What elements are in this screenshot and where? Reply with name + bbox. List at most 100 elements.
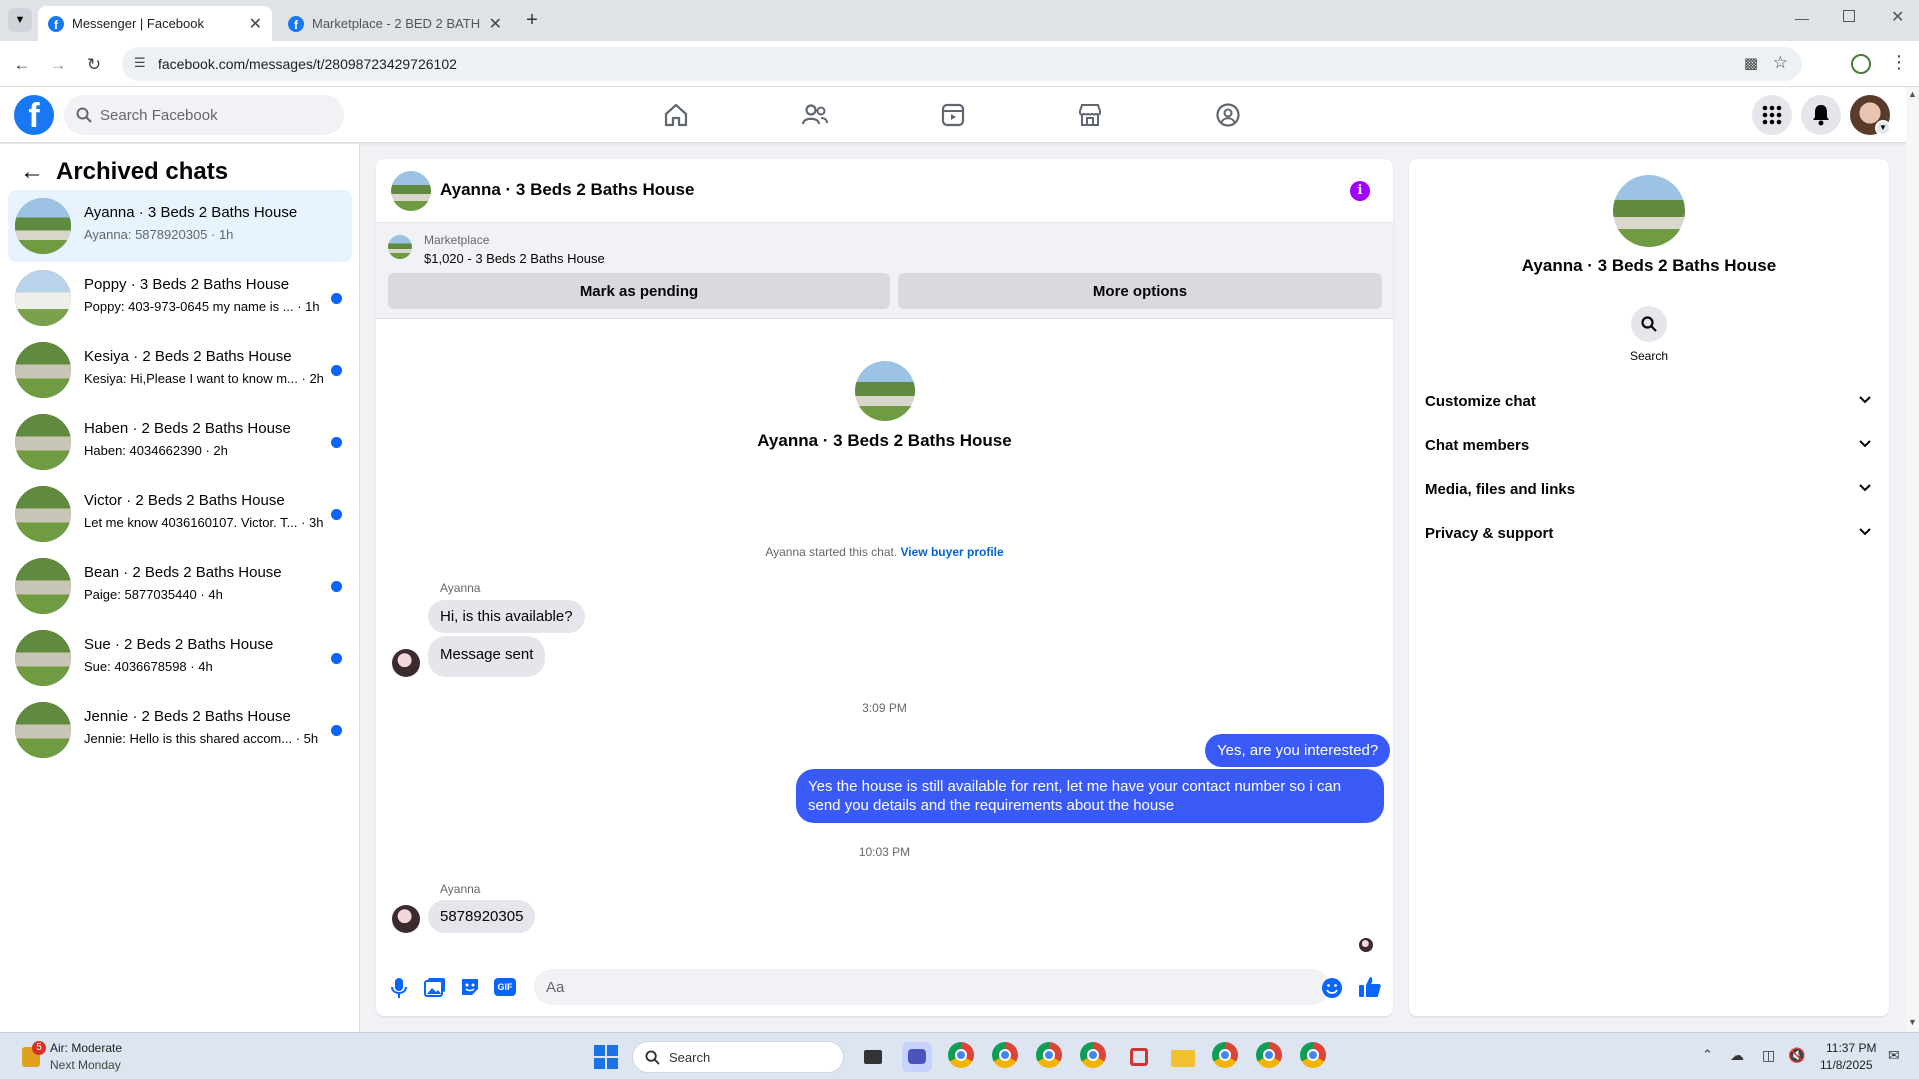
started-text: Ayanna started this chat. (765, 545, 898, 559)
more-options-button[interactable]: More options (898, 273, 1382, 309)
incoming-message[interactable]: Hi, is this available? (428, 600, 585, 633)
tab-marketplace[interactable]: f Marketplace - 2 BED 2 BATH HO ✕ (278, 6, 512, 41)
conversation-avatar[interactable] (391, 171, 431, 211)
bookmark-star-icon[interactable]: ☆ (1773, 53, 1788, 73)
profile-icon[interactable] (1851, 54, 1871, 74)
restore-window-icon[interactable] (1843, 10, 1855, 22)
customize-chat-section[interactable]: Customize chat (1425, 379, 1873, 423)
taskbar-search[interactable]: Search (632, 1041, 844, 1073)
info-icon[interactable]: i (1350, 181, 1370, 201)
chat-list-item[interactable]: Ayanna · 3 Beds 2 Baths House Ayanna: 58… (8, 190, 352, 262)
install-app-icon[interactable]: ▩ (1744, 54, 1758, 72)
clock-date[interactable]: 11/8/2025 (1820, 1058, 1873, 1072)
chat-details-panel: Ayanna · 3 Beds 2 Baths House Search Cus… (1409, 159, 1889, 1016)
teams-chat-icon[interactable] (902, 1042, 932, 1072)
marketplace-icon[interactable] (1072, 97, 1108, 133)
facebook-favicon-icon: f (288, 15, 304, 32)
minimize-window-icon[interactable]: — (1795, 10, 1809, 26)
back-icon[interactable]: ← (10, 53, 34, 77)
mark-as-pending-button[interactable]: Mark as pending (388, 273, 890, 309)
message-input[interactable]: Aa (534, 969, 1330, 1005)
site-info-icon[interactable]: ☰ (134, 55, 146, 71)
chat-list-item[interactable]: Sue · 2 Beds 2 Baths House Sue: 40366785… (8, 622, 352, 694)
sticker-icon[interactable] (460, 977, 480, 997)
back-arrow-icon[interactable]: ← (20, 158, 44, 186)
scroll-up-icon[interactable]: ▲ (1908, 89, 1917, 99)
notification-center-icon[interactable]: ✉ (1888, 1047, 1900, 1064)
snipping-tool-icon[interactable] (1124, 1042, 1154, 1072)
chrome-icon[interactable] (1212, 1042, 1242, 1072)
menu-grid-button[interactable] (1752, 95, 1792, 135)
details-search-button[interactable] (1631, 306, 1667, 342)
emoji-icon[interactable] (1321, 977, 1343, 999)
outgoing-message[interactable]: Yes the house is still available for ren… (796, 769, 1384, 823)
gif-icon[interactable]: GIF (494, 978, 516, 996)
tab-messenger[interactable]: f Messenger | Facebook ✕ (38, 6, 272, 41)
new-tab-button[interactable]: + (520, 8, 544, 32)
privacy-support-section[interactable]: Privacy & support (1425, 511, 1873, 555)
media-files-links-section[interactable]: Media, files and links (1425, 467, 1873, 511)
chat-name: Ayanna · 3 Beds 2 Baths House (84, 204, 298, 221)
like-thumb-icon[interactable] (1358, 975, 1382, 999)
weather-widget[interactable]: 5 Air: Moderate Next Monday (20, 1039, 160, 1075)
outgoing-message[interactable]: Yes, are you interested? (1205, 734, 1391, 767)
onedrive-icon[interactable]: ☁ (1730, 1047, 1744, 1064)
url-field[interactable]: ☰ facebook.com/messages/t/28098723429726… (122, 47, 1802, 81)
chat-list-item[interactable]: Kesiya · 2 Beds 2 Baths House Kesiya: Hi… (8, 334, 352, 406)
network-icon[interactable]: ◫ (1762, 1047, 1775, 1064)
sender-avatar[interactable] (392, 905, 420, 933)
chat-list-item[interactable]: Bean · 2 Beds 2 Baths House Paige: 58770… (8, 550, 352, 622)
groups-icon[interactable] (1210, 97, 1246, 133)
chat-list-item[interactable]: Jennie · 2 Beds 2 Baths House Jennie: He… (8, 694, 352, 766)
details-name: Ayanna · 3 Beds 2 Baths House (1521, 256, 1777, 275)
conversation-title[interactable]: Ayanna · 3 Beds 2 Baths House (440, 180, 694, 200)
chrome-icon[interactable] (1256, 1042, 1286, 1072)
reload-icon[interactable]: ↻ (82, 53, 106, 77)
conversation-header: Ayanna · 3 Beds 2 Baths House i (376, 159, 1393, 223)
facebook-logo-icon[interactable]: f (14, 95, 54, 135)
marketplace-listing-bar: Marketplace $1,020 - 3 Beds 2 Baths Hous… (376, 223, 1393, 319)
view-buyer-profile-link[interactable]: View buyer profile (901, 545, 1004, 559)
show-hidden-icons-icon[interactable]: ⌃ (1702, 1047, 1713, 1063)
scroll-down-icon[interactable]: ▼ (1908, 1017, 1917, 1027)
home-icon[interactable] (658, 97, 694, 133)
close-window-icon[interactable]: ✕ (1891, 7, 1904, 27)
chrome-icon[interactable] (1080, 1042, 1110, 1072)
page-scrollbar[interactable]: ▲ ▼ (1906, 87, 1919, 1032)
task-view-icon[interactable] (858, 1042, 888, 1072)
forward-icon[interactable]: → (46, 53, 70, 77)
volume-muted-icon[interactable]: 🔇 (1788, 1047, 1805, 1064)
photo-icon[interactable] (424, 977, 446, 997)
chrome-icon[interactable] (992, 1042, 1022, 1072)
details-search-label: Search (1629, 349, 1669, 363)
sender-avatar[interactable] (392, 649, 420, 677)
chat-list-item[interactable]: Victor · 2 Beds 2 Baths House Let me kno… (8, 478, 352, 550)
details-avatar[interactable] (1613, 175, 1685, 247)
start-button[interactable] (594, 1045, 618, 1069)
chat-members-section[interactable]: Chat members (1425, 423, 1873, 467)
listing-title[interactable]: $1,020 - 3 Beds 2 Baths House (424, 251, 605, 266)
video-icon[interactable] (935, 97, 971, 133)
facebook-search-input[interactable]: Search Facebook (64, 95, 344, 135)
friends-icon[interactable] (797, 97, 833, 133)
microphone-icon[interactable] (390, 977, 408, 999)
section-label: Media, files and links (1425, 480, 1576, 498)
notifications-button[interactable] (1801, 95, 1841, 135)
chat-list-item[interactable]: Haben · 2 Beds 2 Baths House Haben: 4034… (8, 406, 352, 478)
chat-preview: Kesiya: Hi,Please I want to know m... · … (84, 371, 324, 386)
tab-search-dropdown-icon[interactable]: ▼ (8, 8, 32, 32)
account-chevron-icon[interactable]: ▼ (1875, 120, 1891, 136)
facebook-favicon-icon: f (48, 15, 64, 32)
chrome-icon[interactable] (948, 1042, 978, 1072)
chrome-icon[interactable] (1300, 1042, 1330, 1072)
chrome-icon[interactable] (1036, 1042, 1066, 1072)
incoming-message[interactable]: Message sent (428, 636, 546, 677)
chat-list-item[interactable]: Poppy · 3 Beds 2 Baths House Poppy: 403-… (8, 262, 352, 334)
clock-time[interactable]: 11:37 PM (1826, 1041, 1876, 1055)
close-tab-icon[interactable]: ✕ (489, 14, 502, 34)
file-explorer-icon[interactable] (1168, 1042, 1198, 1072)
close-tab-icon[interactable]: ✕ (249, 14, 262, 34)
incoming-message[interactable]: 5878920305 (428, 900, 536, 933)
browser-menu-icon[interactable]: ⋮ (1890, 52, 1908, 73)
listing-thumbnail[interactable] (388, 235, 412, 259)
